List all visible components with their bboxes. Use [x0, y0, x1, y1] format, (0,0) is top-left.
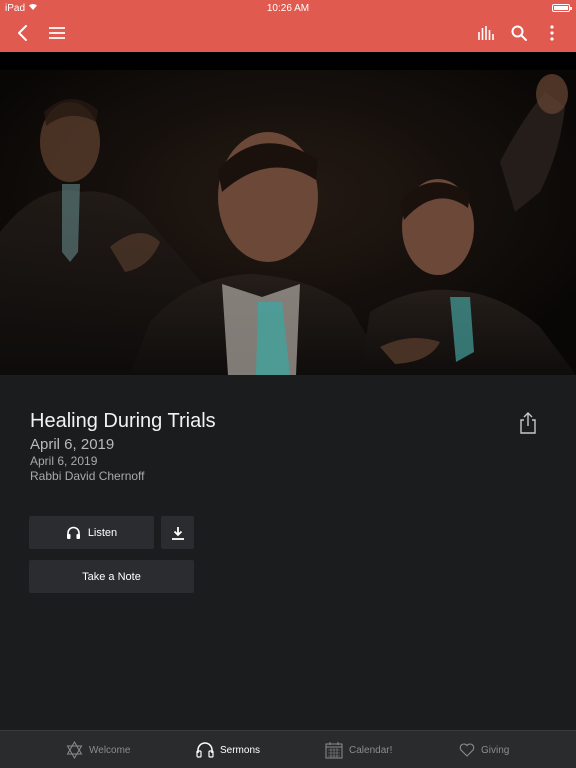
- now-playing-button[interactable]: [475, 22, 497, 44]
- more-options-button[interactable]: [541, 22, 563, 44]
- download-button[interactable]: [161, 516, 194, 549]
- search-icon: [511, 25, 527, 41]
- tab-calendar-label: Calendar!: [349, 744, 393, 756]
- sermon-title: Healing During Trials: [30, 410, 216, 432]
- audio-bars-icon: [478, 26, 494, 40]
- tab-sermons[interactable]: Sermons: [196, 731, 260, 768]
- hamburger-menu-icon: [49, 27, 65, 39]
- heart-icon: [459, 743, 475, 757]
- tab-welcome[interactable]: Welcome: [66, 731, 131, 768]
- tab-calendar[interactable]: Calendar!: [325, 731, 392, 768]
- share-icon: [520, 412, 536, 434]
- back-button[interactable]: [12, 22, 34, 44]
- share-button[interactable]: [518, 412, 538, 434]
- sermon-date: April 6, 2019: [30, 436, 115, 453]
- tab-welcome-label: Welcome: [89, 744, 131, 756]
- menu-button[interactable]: [46, 22, 68, 44]
- tab-giving[interactable]: Giving: [459, 731, 509, 768]
- status-time: 10:26 AM: [266, 3, 310, 14]
- more-vertical-icon: [550, 25, 554, 41]
- headphones-icon: [196, 742, 214, 758]
- star-of-david-icon: [66, 741, 83, 759]
- search-button[interactable]: [508, 22, 530, 44]
- tab-giving-label: Giving: [481, 744, 510, 756]
- tab-sermons-label: Sermons: [220, 744, 261, 756]
- battery-icon: [552, 4, 572, 12]
- sermon-hero-image: [0, 52, 576, 375]
- back-chevron-icon: [18, 25, 27, 41]
- calendar-icon: [325, 742, 343, 759]
- status-bar: iPad 10:26 AM: [0, 0, 576, 16]
- download-icon: [171, 526, 184, 540]
- top-bar: iPad 10:26 AM: [0, 0, 576, 52]
- sermon-speaker: Rabbi David Chernoff: [30, 469, 145, 483]
- listen-button-label: Listen: [87, 526, 118, 539]
- take-note-button[interactable]: Take a Note: [29, 560, 194, 593]
- headphones-icon: [66, 526, 80, 539]
- listen-button[interactable]: Listen: [29, 516, 154, 549]
- sermon-date-secondary: April 6, 2019: [30, 454, 98, 468]
- tab-bar: Welcome Sermons Calendar! Giving: [0, 730, 576, 768]
